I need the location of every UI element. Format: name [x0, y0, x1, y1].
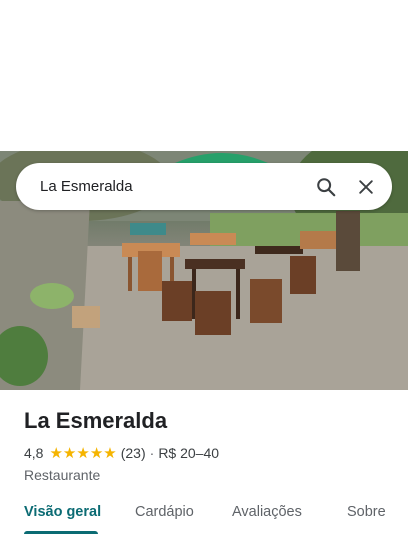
- tab-about[interactable]: Sobre: [347, 504, 386, 520]
- search-input[interactable]: La Esmeralda: [40, 178, 306, 195]
- place-title: La Esmeralda: [24, 408, 168, 433]
- star-icon: ★: [62, 444, 77, 462]
- price-range: R$ 20–40: [158, 445, 220, 461]
- active-tab-indicator: [24, 531, 98, 534]
- star-icon: ★: [76, 444, 90, 462]
- tab-reviews[interactable]: Avaliações: [232, 504, 302, 520]
- rating-row[interactable]: 4,8 ★ ★ ★ ★ ★ (23) · R$ 20–40: [24, 444, 394, 462]
- star-icon: ★: [103, 444, 117, 462]
- place-details: La Esmeralda 4,8 ★ ★ ★ ★ ★ (23) · R$ 20–…: [24, 406, 394, 484]
- place-category[interactable]: Restaurante: [24, 466, 394, 484]
- search-bar[interactable]: La Esmeralda: [16, 163, 392, 210]
- map-blank-area: [0, 0, 408, 151]
- star-icon: ★: [89, 444, 104, 462]
- separator: ·: [149, 445, 155, 461]
- star-rating: ★ ★ ★ ★ ★: [49, 446, 116, 461]
- rating-score: 4,8: [24, 445, 44, 461]
- review-count[interactable]: (23): [121, 445, 146, 461]
- close-icon[interactable]: [346, 167, 386, 207]
- tab-overview[interactable]: Visão geral: [24, 504, 101, 520]
- tab-bar: Visão geral Cardápio Avaliações Sobre: [0, 490, 408, 542]
- tab-menu[interactable]: Cardápio: [135, 504, 194, 520]
- star-icon: ★: [49, 444, 63, 462]
- search-icon[interactable]: [306, 167, 346, 207]
